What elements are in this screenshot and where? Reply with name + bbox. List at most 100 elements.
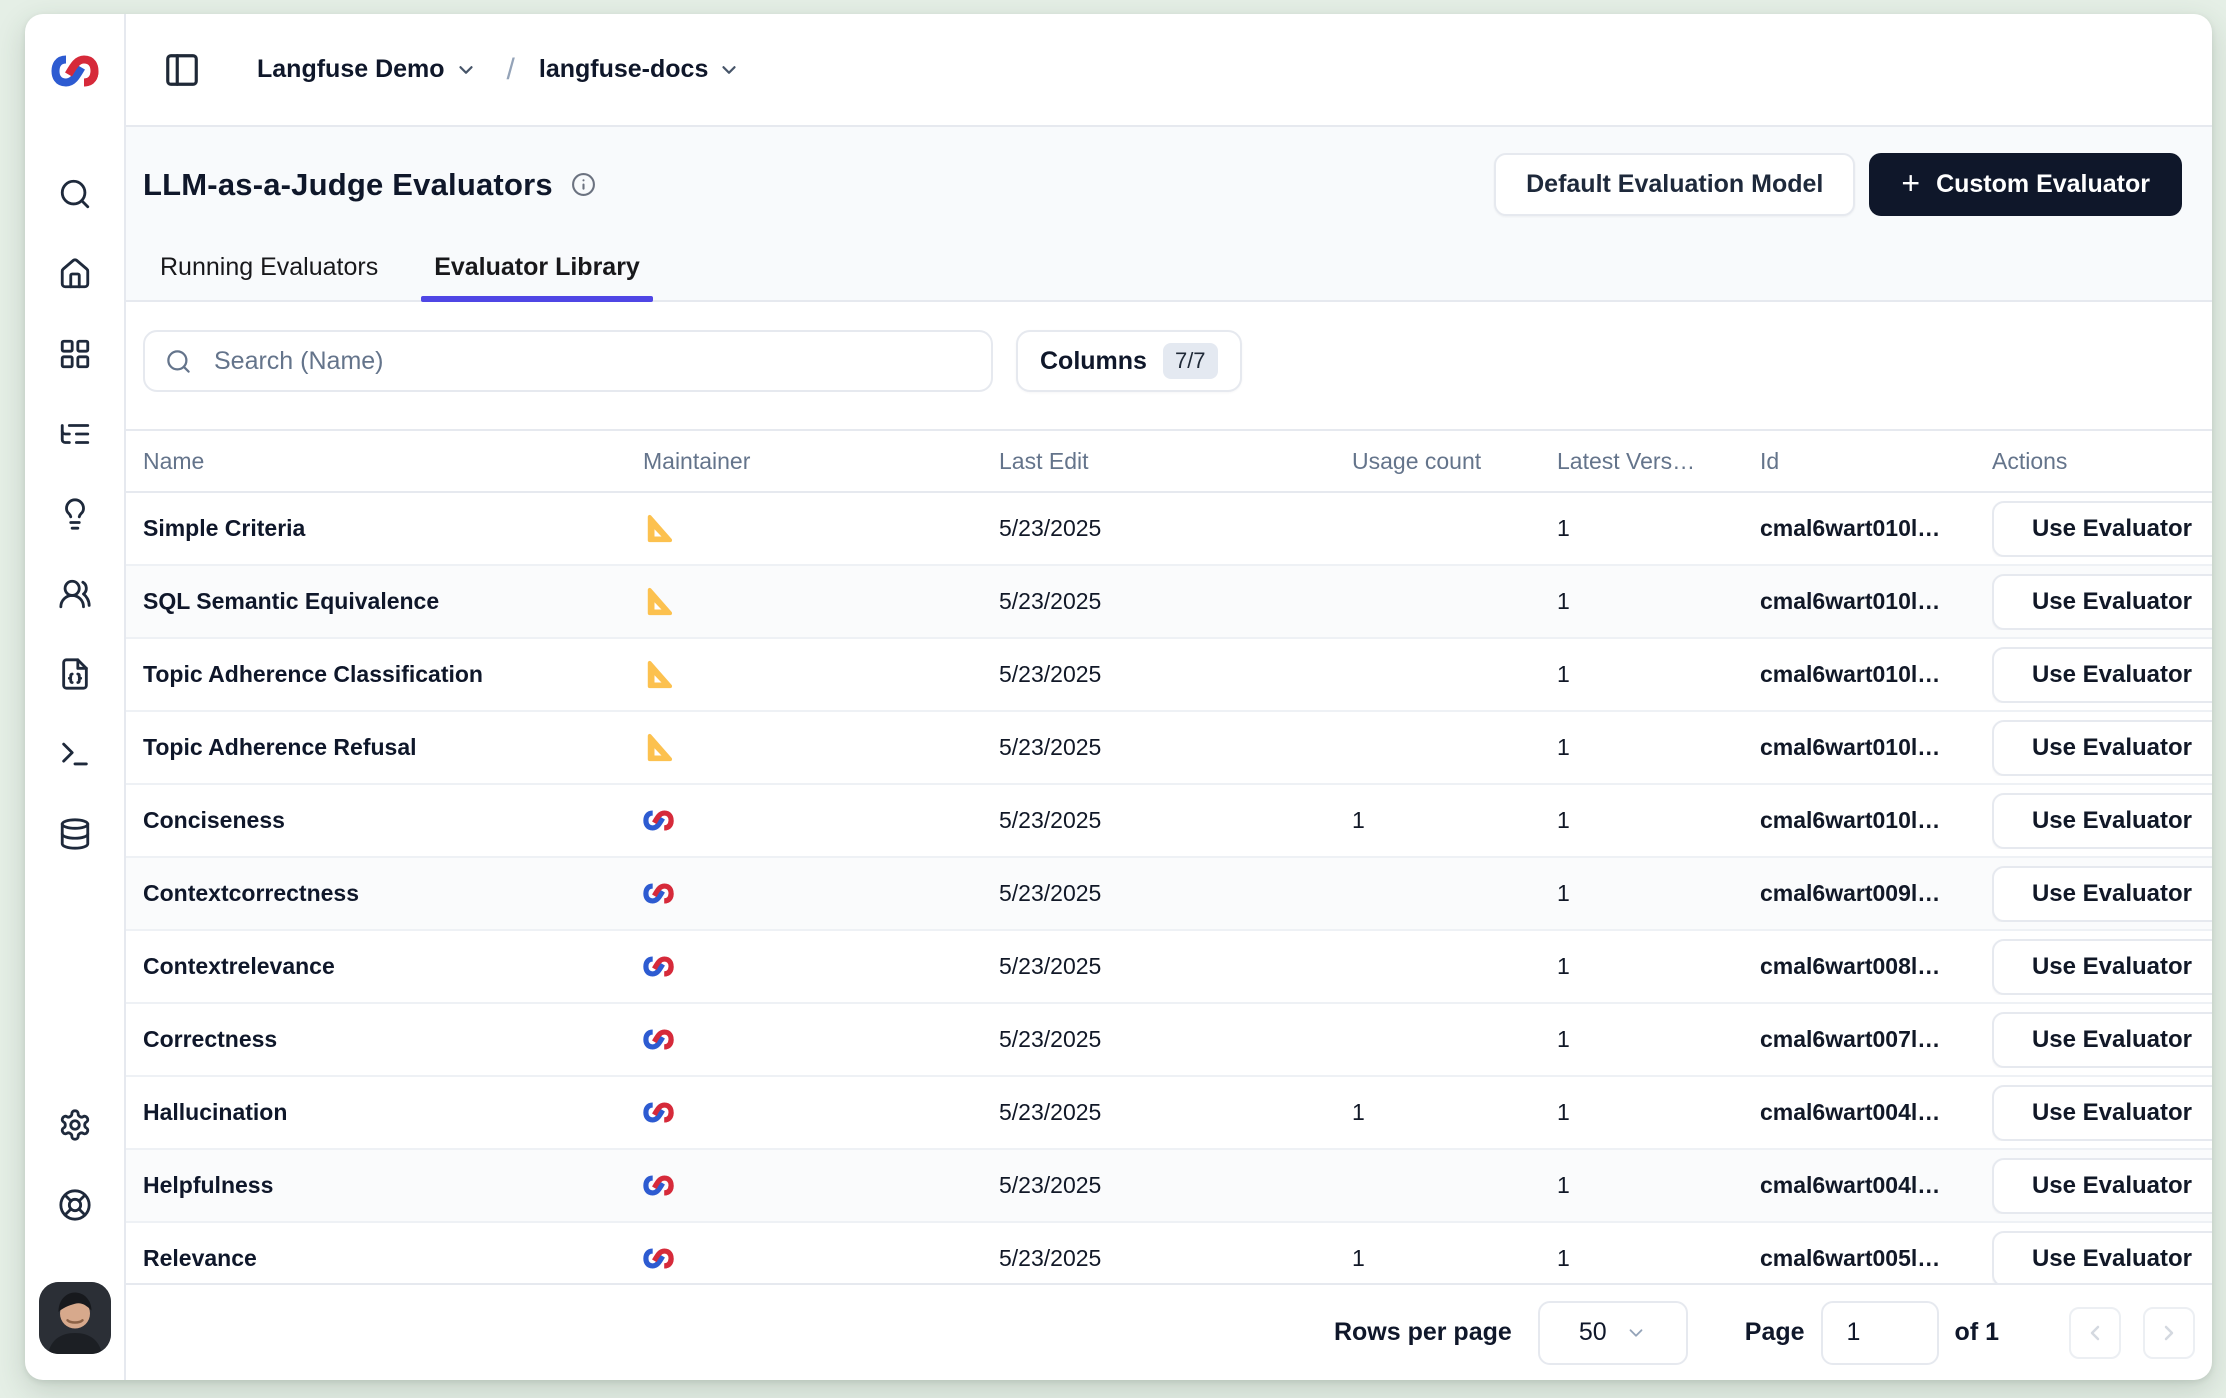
usage-count-cell: 1 [1352, 807, 1557, 834]
lightbulb-icon[interactable] [58, 497, 92, 531]
columns-button[interactable]: Columns 7/7 [1016, 330, 1242, 392]
table-row[interactable]: Topic Adherence Classification 5/23/2025… [126, 639, 2212, 712]
org-selector[interactable]: Langfuse Demo [257, 55, 445, 84]
search-input[interactable] [214, 347, 971, 376]
use-evaluator-button[interactable]: Use Evaluator [1992, 1012, 2212, 1068]
langfuse-logo-icon[interactable] [25, 14, 124, 127]
latest-version-cell: 1 [1557, 1099, 1760, 1126]
use-evaluator-button[interactable]: Use Evaluator [1992, 647, 2212, 703]
search-box [143, 330, 993, 392]
use-evaluator-button[interactable]: Use Evaluator [1992, 1231, 2212, 1284]
dashboard-grid-icon[interactable] [58, 337, 92, 371]
project-selector[interactable]: langfuse-docs [539, 55, 708, 84]
sidebar-nav [25, 127, 124, 1380]
app-window: Langfuse Demo / langfuse-docs LLM-as-a-J… [25, 14, 2212, 1380]
column-header-last-edit[interactable]: Last Edit [999, 448, 1352, 475]
user-avatar[interactable] [39, 1282, 111, 1354]
breadcrumb-separator: / [507, 53, 515, 87]
table-row[interactable]: Hallucination 5/23/2025 1 1 cmal6wart004… [126, 1077, 2212, 1150]
tab-running-evaluators[interactable]: Running Evaluators [147, 253, 391, 300]
last-edit-cell: 5/23/2025 [999, 1172, 1352, 1199]
table-row[interactable]: Correctness 5/23/2025 1 cmal6wart007l… U… [126, 1004, 2212, 1077]
last-edit-cell: 5/23/2025 [999, 588, 1352, 615]
chevron-right-icon [2157, 1321, 2181, 1345]
sidebar [25, 14, 126, 1380]
tab-bar: Running Evaluators Evaluator Library [147, 253, 2182, 300]
columns-label: Columns [1040, 347, 1147, 376]
settings-gear-icon[interactable] [58, 1108, 92, 1142]
search-icon[interactable] [58, 177, 92, 211]
actions-cell: Use Evaluator [1992, 1231, 2212, 1284]
use-evaluator-button[interactable]: Use Evaluator [1992, 793, 2212, 849]
tracing-tree-icon[interactable] [58, 417, 92, 451]
use-evaluator-button[interactable]: Use Evaluator [1992, 501, 2212, 557]
actions-cell: Use Evaluator [1992, 793, 2212, 849]
use-evaluator-button[interactable]: Use Evaluator [1992, 574, 2212, 630]
users-icon[interactable] [58, 577, 92, 611]
last-edit-cell: 5/23/2025 [999, 1099, 1352, 1126]
table-header-row: Name Maintainer Last Edit Usage count La… [126, 429, 2212, 493]
prompts-file-icon[interactable] [58, 657, 92, 691]
use-evaluator-button[interactable]: Use Evaluator [1992, 866, 2212, 922]
breadcrumb: Langfuse Demo / langfuse-docs [126, 14, 2212, 127]
use-evaluator-button[interactable]: Use Evaluator [1992, 939, 2212, 995]
rows-per-page-select[interactable]: 50 [1538, 1301, 1688, 1365]
next-page-button[interactable] [2143, 1307, 2195, 1359]
column-header-maintainer[interactable]: Maintainer [643, 448, 999, 475]
ragas-maintainer-icon [643, 732, 674, 763]
maintainer-cell [643, 586, 999, 617]
column-header-actions: Actions [1992, 448, 2212, 475]
tab-evaluator-library[interactable]: Evaluator Library [421, 253, 653, 300]
actions-cell: Use Evaluator [1992, 574, 2212, 630]
table-row[interactable]: Helpfulness 5/23/2025 1 cmal6wart004l… U… [126, 1150, 2212, 1223]
maintainer-cell [643, 659, 999, 690]
table-row[interactable]: Contextrelevance 5/23/2025 1 cmal6wart00… [126, 931, 2212, 1004]
id-cell: cmal6wart010l… [1760, 588, 1992, 615]
langfuse-maintainer-icon [643, 1170, 674, 1201]
sidebar-toggle-icon[interactable] [163, 51, 201, 89]
previous-page-button[interactable] [2069, 1307, 2121, 1359]
column-header-usage-count[interactable]: Usage count [1352, 448, 1557, 475]
last-edit-cell: 5/23/2025 [999, 807, 1352, 834]
column-header-name[interactable]: Name [143, 448, 643, 475]
support-lifebuoy-icon[interactable] [58, 1188, 92, 1222]
table-row[interactable]: Topic Adherence Refusal 5/23/2025 1 cmal… [126, 712, 2212, 785]
column-header-latest-version[interactable]: Latest Vers… [1557, 448, 1760, 475]
pagination-footer: Rows per page 50 Page of 1 [126, 1283, 2212, 1380]
maintainer-cell [643, 878, 999, 909]
latest-version-cell: 1 [1557, 1245, 1760, 1272]
terminal-icon[interactable] [58, 737, 92, 771]
use-evaluator-button[interactable]: Use Evaluator [1992, 1158, 2212, 1214]
chevron-down-icon[interactable] [455, 59, 477, 81]
maintainer-cell [643, 513, 999, 544]
custom-evaluator-button[interactable]: + Custom Evaluator [1869, 153, 2182, 216]
use-evaluator-button[interactable]: Use Evaluator [1992, 1085, 2212, 1141]
column-header-id[interactable]: Id [1760, 448, 1992, 475]
maintainer-cell [643, 1097, 999, 1128]
main-area: Langfuse Demo / langfuse-docs LLM-as-a-J… [126, 14, 2212, 1380]
home-icon[interactable] [58, 257, 92, 291]
table-row[interactable]: Contextcorrectness 5/23/2025 1 cmal6wart… [126, 858, 2212, 931]
table-row[interactable]: Simple Criteria 5/23/2025 1 cmal6wart010… [126, 493, 2212, 566]
latest-version-cell: 1 [1557, 953, 1760, 980]
info-icon[interactable] [571, 172, 596, 197]
actions-cell: Use Evaluator [1992, 939, 2212, 995]
last-edit-cell: 5/23/2025 [999, 880, 1352, 907]
latest-version-cell: 1 [1557, 734, 1760, 761]
table-row[interactable]: SQL Semantic Equivalence 5/23/2025 1 cma… [126, 566, 2212, 639]
ragas-maintainer-icon [643, 513, 674, 544]
maintainer-cell [643, 805, 999, 836]
table-row[interactable]: Conciseness 5/23/2025 1 1 cmal6wart010l…… [126, 785, 2212, 858]
chevron-left-icon [2083, 1321, 2107, 1345]
page-number-input[interactable] [1821, 1301, 1939, 1365]
id-cell: cmal6wart009l… [1760, 880, 1992, 907]
id-cell: cmal6wart010l… [1760, 661, 1992, 688]
use-evaluator-button[interactable]: Use Evaluator [1992, 720, 2212, 776]
default-evaluation-model-button[interactable]: Default Evaluation Model [1494, 153, 1855, 216]
table-row[interactable]: Relevance 5/23/2025 1 1 cmal6wart005l… U… [126, 1223, 2212, 1283]
chevron-down-icon[interactable] [718, 59, 740, 81]
id-cell: cmal6wart004l… [1760, 1099, 1992, 1126]
actions-cell: Use Evaluator [1992, 647, 2212, 703]
evaluator-name-cell: Topic Adherence Classification [143, 661, 643, 688]
datasets-database-icon[interactable] [58, 817, 92, 851]
